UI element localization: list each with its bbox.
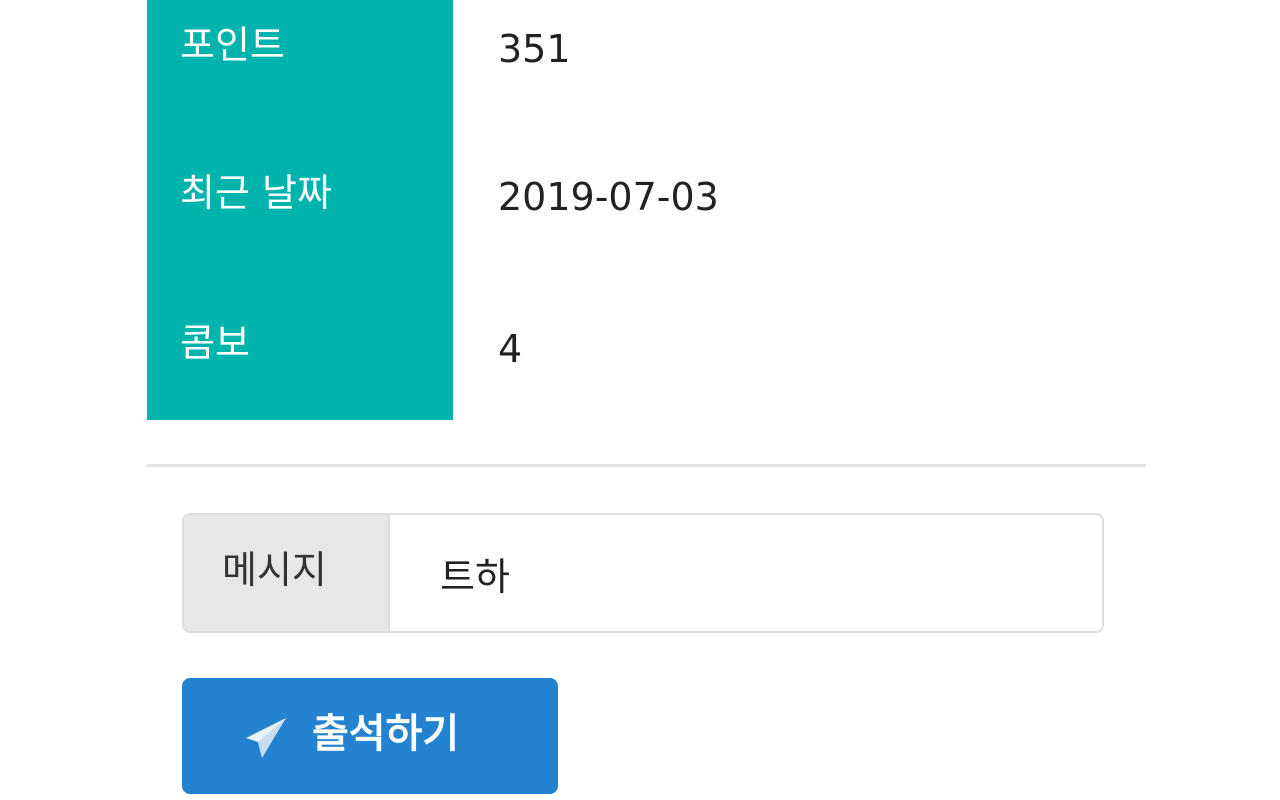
message-input[interactable] [390,515,1102,631]
stat-value-recent-date: 2019-07-03 [498,175,719,219]
submit-label: 출석하기 [312,711,460,757]
stat-value-points: 351 [498,27,571,71]
message-input-group: 메시지 [182,513,1104,633]
stat-label-cell: 콤보 [147,274,453,420]
attendance-submit-button[interactable]: 출석하기 [182,678,558,794]
stat-row-recent-date: 최근 날짜 2019-07-03 [147,126,1146,274]
stat-value-combo: 4 [498,327,523,371]
stat-label-recent-date: 최근 날짜 [180,171,332,215]
stat-label-combo: 콤보 [180,321,250,365]
stat-label-cell: 최근 날짜 [147,126,453,274]
stat-row-points: 포인트 351 [147,0,1146,126]
divider [147,464,1146,467]
paper-plane-icon [246,718,286,758]
stat-label-points: 포인트 [180,23,285,67]
stat-label-cell: 포인트 [147,0,453,126]
message-addon: 메시지 [184,515,390,631]
message-addon-label: 메시지 [222,548,327,592]
stat-row-combo: 콤보 4 [147,274,1146,420]
